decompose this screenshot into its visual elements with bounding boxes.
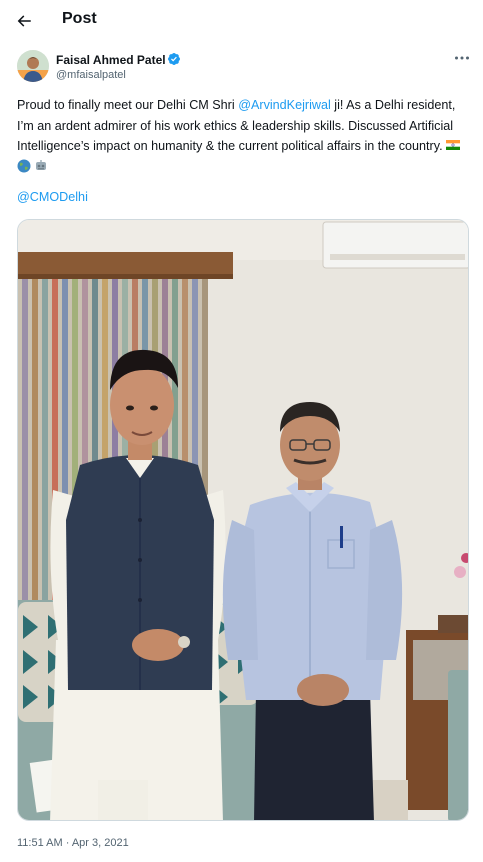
robot-icon xyxy=(34,159,48,173)
author-display-name[interactable]: Faisal Ahmed Patel xyxy=(56,53,166,67)
post-author: Faisal Ahmed Patel @mfaisalpatel xyxy=(17,50,469,86)
post-timestamp[interactable]: 11:51 AM · Apr 3, 2021 xyxy=(17,837,129,849)
mention-link[interactable]: @ArvindKejriwal xyxy=(238,98,331,112)
avatar[interactable] xyxy=(17,50,49,82)
arrow-left-icon xyxy=(17,15,31,27)
back-button[interactable] xyxy=(10,7,38,35)
mention-link-cmo[interactable]: @CMODelhi xyxy=(17,190,88,204)
post-header: Post xyxy=(0,0,483,40)
verified-badge-icon xyxy=(168,53,180,65)
india-flag-icon xyxy=(446,138,461,152)
more-options-button[interactable] xyxy=(452,51,472,65)
post-photo[interactable] xyxy=(17,219,469,821)
globe-icon xyxy=(17,159,31,173)
author-handle[interactable]: @mfaisalpatel xyxy=(56,69,126,81)
post-text: Proud to finally meet our Delhi CM Shri … xyxy=(17,95,469,177)
page-title: Post xyxy=(62,10,97,27)
more-horizontal-icon xyxy=(455,56,469,60)
post-text-part-1: Proud to finally meet our Delhi CM Shri xyxy=(17,98,239,112)
